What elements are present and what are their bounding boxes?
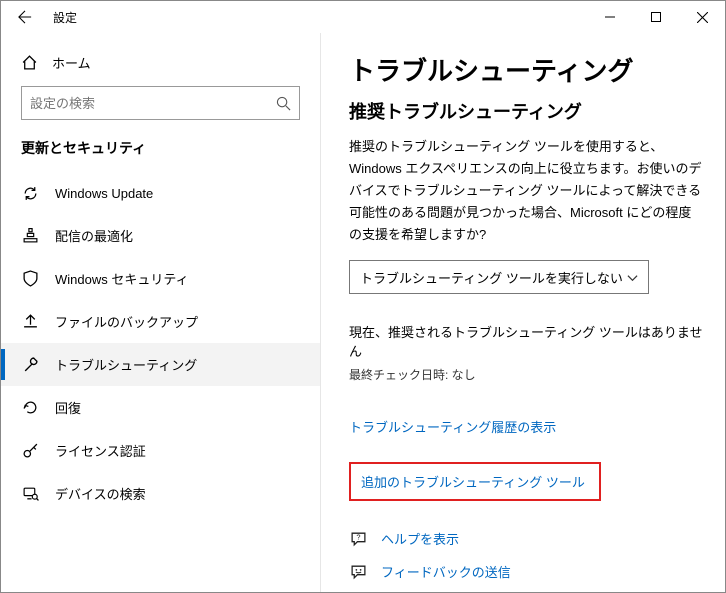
page-title: トラブルシューティング	[349, 51, 703, 88]
additional-troubleshooters-link[interactable]: 追加のトラブルシューティング ツール	[361, 472, 585, 491]
arrow-left-icon	[18, 10, 32, 24]
sidebar-item-label: ライセンス認証	[55, 441, 146, 460]
settings-window: 設定 ホーム	[0, 0, 726, 593]
back-button[interactable]	[9, 1, 41, 33]
status-text: 現在、推奨されるトラブルシューティング ツールはありません	[349, 322, 703, 360]
sidebar-item-activation[interactable]: ライセンス認証	[1, 429, 320, 472]
troubleshoot-preference-dropdown[interactable]: トラブルシューティング ツールを実行しない	[349, 260, 649, 294]
titlebar: 設定	[1, 1, 725, 33]
dropdown-value: トラブルシューティング ツールを実行しない	[360, 268, 623, 287]
sidebar-item-label: Windows Update	[55, 186, 153, 201]
sidebar-item-find-device[interactable]: デバイスの検索	[1, 472, 320, 515]
window-title: 設定	[53, 9, 77, 26]
sidebar-item-label: ファイルのバックアップ	[55, 312, 198, 331]
sidebar-item-backup[interactable]: ファイルのバックアップ	[1, 300, 320, 343]
sidebar-item-label: デバイスの検索	[55, 484, 146, 503]
shield-icon	[21, 270, 39, 288]
help-icon: ?	[349, 530, 367, 548]
search-icon	[276, 96, 291, 111]
close-button[interactable]	[679, 1, 725, 33]
wrench-icon	[21, 356, 39, 374]
feedback-icon	[349, 563, 367, 581]
category-heading: 更新とセキュリティ	[1, 138, 320, 172]
minimize-icon	[605, 12, 615, 22]
sidebar-item-recovery[interactable]: 回復	[1, 386, 320, 429]
feedback-link: フィードバックの送信	[381, 562, 511, 581]
key-icon	[21, 442, 39, 460]
sidebar: ホーム 更新とセキュリティ Windows Update 配信の最適化	[1, 33, 321, 592]
chevron-down-icon	[627, 272, 638, 283]
section-description: 推奨のトラブルシューティング ツールを使用すると、Windows エクスペリエン…	[349, 136, 703, 246]
window-controls	[587, 1, 725, 33]
maximize-button[interactable]	[633, 1, 679, 33]
sync-icon	[21, 184, 39, 202]
help-link: ヘルプを表示	[381, 529, 459, 548]
section-heading: 推奨トラブルシューティング	[349, 98, 703, 124]
sidebar-item-label: トラブルシューティング	[55, 355, 197, 374]
minimize-button[interactable]	[587, 1, 633, 33]
search-box[interactable]	[21, 86, 300, 120]
home-icon	[21, 54, 38, 71]
sidebar-item-windows-security[interactable]: Windows セキュリティ	[1, 257, 320, 300]
sidebar-item-troubleshoot[interactable]: トラブルシューティング	[1, 343, 320, 386]
feedback-row[interactable]: フィードバックの送信	[349, 562, 703, 581]
sidebar-item-label: Windows セキュリティ	[55, 269, 189, 288]
recovery-icon	[21, 399, 39, 417]
home-button[interactable]: ホーム	[1, 45, 320, 86]
backup-icon	[21, 313, 39, 331]
delivery-icon	[21, 227, 39, 245]
sidebar-item-label: 配信の最適化	[55, 226, 133, 245]
close-icon	[697, 12, 708, 23]
maximize-icon	[651, 12, 661, 22]
history-link[interactable]: トラブルシューティング履歴の表示	[349, 417, 556, 436]
additional-troubleshooters-highlight: 追加のトラブルシューティング ツール	[349, 462, 601, 501]
main-content: トラブルシューティング 推奨トラブルシューティング 推奨のトラブルシューティング…	[321, 33, 725, 592]
sidebar-item-windows-update[interactable]: Windows Update	[1, 172, 320, 214]
sidebar-item-delivery-optimization[interactable]: 配信の最適化	[1, 214, 320, 257]
last-check-text: 最終チェック日時: なし	[349, 366, 703, 383]
search-input[interactable]	[30, 96, 276, 111]
home-label: ホーム	[52, 53, 91, 72]
sidebar-item-label: 回復	[55, 398, 81, 417]
find-device-icon	[21, 485, 39, 503]
get-help-row[interactable]: ? ヘルプを表示	[349, 529, 703, 548]
svg-text:?: ?	[356, 533, 360, 542]
